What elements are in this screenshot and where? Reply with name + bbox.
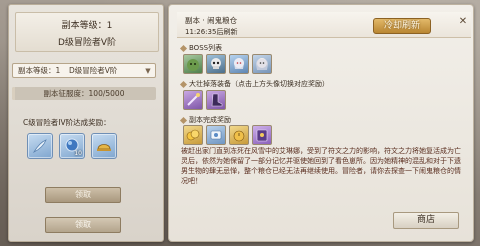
clear-reward-item[interactable] bbox=[206, 125, 226, 145]
blue-scroll-icon bbox=[210, 130, 222, 140]
boss-section-label: BOSS列表 bbox=[179, 43, 222, 53]
clear-reward-list bbox=[183, 125, 272, 145]
boss-goblin-avatar[interactable] bbox=[183, 54, 203, 74]
dungeon-level-panel: 副本等级：1 D级冒险者V阶 副本等级：1 D级冒险者V阶 ▼ 副本征服度：10… bbox=[8, 4, 164, 242]
level-header: 副本等级：1 D级冒险者V阶 bbox=[15, 12, 159, 52]
dungeon-detail-panel: 副本 · 闹鬼粮仓 11:26:35后刷新 冷却刷新 ✕ BOSS列表 大壮掉落… bbox=[168, 4, 474, 242]
conquest-progress-label: 副本征服度：100/5000 bbox=[43, 89, 125, 98]
cooldown-refresh-button[interactable]: 冷却刷新 bbox=[373, 18, 431, 34]
diamond-bullet-icon bbox=[179, 116, 188, 124]
boss-elina-avatar[interactable] bbox=[252, 54, 272, 74]
conquest-progress-bar: 副本征服度：100/5000 bbox=[12, 87, 156, 100]
feather-icon bbox=[32, 139, 47, 153]
reward-count: 10 bbox=[74, 150, 82, 157]
reward-item[interactable] bbox=[27, 133, 53, 159]
dungeon-story-text: 被赶出家门直到冻死在风雪中的艾琳娜，受到了符文之力的影响，符文之力将她复活成为亡… bbox=[181, 147, 461, 185]
select-level-value: 副本等级：1 bbox=[18, 66, 61, 75]
level-select[interactable]: 副本等级：1 D级冒险者V阶 ▼ bbox=[12, 63, 156, 78]
reward-item[interactable] bbox=[91, 133, 117, 159]
gold-helmet-icon bbox=[97, 144, 111, 151]
diamond-bullet-icon bbox=[179, 44, 188, 52]
purple-staff-icon bbox=[187, 93, 200, 106]
drop-item[interactable] bbox=[206, 90, 226, 110]
ghost-elina-icon bbox=[256, 58, 268, 70]
claim-button-secondary[interactable]: 领取 bbox=[45, 217, 121, 233]
purple-book-icon bbox=[256, 129, 268, 142]
goblin-face-icon bbox=[187, 59, 199, 71]
boss-skeleton-avatar[interactable] bbox=[206, 54, 226, 74]
shop-button[interactable]: 商店 bbox=[393, 212, 459, 229]
rank-rewards-title: C级冒险者IV阶达成奖励： bbox=[23, 118, 111, 127]
refresh-timer: 11:26:35后刷新 bbox=[185, 28, 238, 36]
close-icon[interactable]: ✕ bbox=[457, 16, 469, 28]
dungeon-title: 副本 · 闹鬼粮仓 bbox=[185, 16, 238, 25]
drop-list bbox=[183, 90, 226, 110]
gold-pocket-watch-icon bbox=[233, 130, 245, 142]
dungeon-header: 副本 · 闹鬼粮仓 11:26:35后刷新 冷却刷新 ✕ bbox=[177, 12, 471, 38]
select-rank-value: D级冒险者V阶 bbox=[69, 66, 118, 75]
boss-list bbox=[183, 54, 272, 74]
clear-reward-item[interactable] bbox=[229, 125, 249, 145]
clear-reward-section-label: 副本完成奖励 bbox=[179, 115, 231, 125]
drop-item[interactable] bbox=[183, 90, 203, 110]
dungeon-level-label: 副本等级：1 bbox=[61, 21, 113, 31]
boss-ghost-girl-avatar[interactable] bbox=[229, 54, 249, 74]
ghost-girl-icon bbox=[234, 58, 244, 69]
reward-item[interactable]: 10 bbox=[59, 133, 85, 159]
chevron-down-icon[interactable]: ▼ bbox=[141, 64, 155, 77]
adventurer-rank-label: D级冒险者V阶 bbox=[57, 38, 117, 48]
skull-icon bbox=[211, 58, 221, 69]
drop-section-label: 大壮掉落装备（点击上方头像切换对应奖励） bbox=[179, 79, 329, 89]
clear-reward-item[interactable] bbox=[183, 125, 203, 145]
rank-rewards-list: 10 bbox=[27, 133, 117, 159]
purple-boot-icon bbox=[211, 93, 223, 107]
gold-coins-icon bbox=[186, 129, 200, 141]
claim-reward-button[interactable]: 领取 bbox=[45, 187, 121, 203]
diamond-bullet-icon bbox=[179, 80, 188, 88]
clear-reward-item[interactable] bbox=[252, 125, 272, 145]
